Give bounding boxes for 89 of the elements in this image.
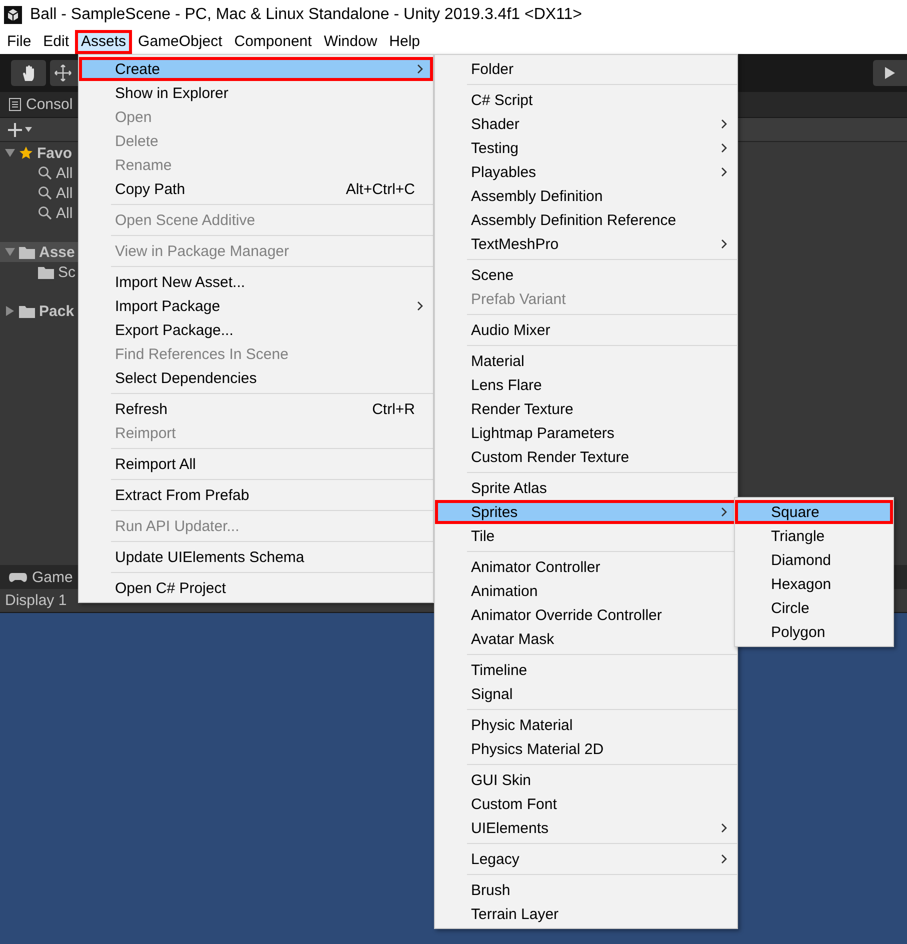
folder-icon [19, 246, 35, 258]
gamepad-icon [9, 572, 27, 582]
tree-item[interactable]: All [0, 163, 78, 183]
menu-item[interactable]: Timeline [435, 658, 737, 682]
display-dropdown[interactable]: Display 1 [5, 592, 67, 609]
menu-item[interactable]: Brush [435, 878, 737, 902]
shortcut-label: Alt+Ctrl+C [346, 180, 415, 198]
menu-item[interactable]: Refresh Ctrl+R [79, 397, 433, 421]
tree-item[interactable]: Sc [0, 262, 78, 282]
menu-item[interactable]: Physic Material [435, 713, 737, 737]
menu-item[interactable]: Testing [435, 136, 737, 160]
menu-item[interactable]: Select Dependencies [79, 366, 433, 390]
search-icon [38, 166, 52, 180]
menu-item[interactable]: Shader [435, 112, 737, 136]
list-icon [9, 98, 21, 111]
menu-item[interactable]: UIElements [435, 816, 737, 840]
search-icon [38, 186, 52, 200]
menu-bar-item[interactable]: File [1, 30, 38, 54]
tree-item[interactable]: All [0, 203, 78, 223]
move-icon [54, 64, 72, 82]
play-icon [884, 66, 896, 80]
menu-item[interactable]: Physics Material 2D [435, 737, 737, 761]
menu-item[interactable]: Playables [435, 160, 737, 184]
menu-item[interactable]: Sprites [435, 500, 737, 524]
menu-bar-item[interactable]: Window [318, 30, 384, 54]
menu-item[interactable]: Assembly Definition Reference [435, 208, 737, 232]
move-tool-button[interactable] [50, 60, 78, 86]
tree-item[interactable]: Favo [0, 143, 78, 163]
menu-bar-item[interactable]: Edit [37, 30, 76, 54]
menu-item[interactable]: Import Package [79, 294, 433, 318]
menu-bar-item[interactable]: GameObject [132, 30, 228, 54]
menu-item[interactable]: Animator Controller [435, 555, 737, 579]
star-icon [19, 146, 33, 160]
menu-item[interactable]: Animation [435, 579, 737, 603]
tree-item[interactable]: Asse [0, 242, 78, 262]
menu-item[interactable]: Copy Path Alt+Ctrl+C [79, 177, 433, 201]
menu-item[interactable]: Material [435, 349, 737, 373]
menu-item[interactable]: Lightmap Parameters [435, 421, 737, 445]
menu-bar-item[interactable]: Assets [75, 30, 132, 54]
folder-icon [19, 304, 35, 318]
menu-item[interactable]: Extract From Prefab [79, 483, 433, 507]
menu-item[interactable]: Triangle [735, 524, 893, 548]
menu-item[interactable]: Reimport All [79, 452, 433, 476]
menu-item[interactable]: Terrain Layer [435, 902, 737, 926]
menu-item[interactable]: Folder [435, 57, 737, 81]
menu-item[interactable]: Avatar Mask [435, 627, 737, 651]
menu-item[interactable]: Signal [435, 682, 737, 706]
menu-item[interactable]: Square [735, 500, 893, 524]
menu-item[interactable]: Legacy [435, 847, 737, 871]
add-button[interactable] [8, 122, 32, 136]
tree-item[interactable]: All [0, 183, 78, 203]
menu-item[interactable]: Custom Font [435, 792, 737, 816]
panel-tab[interactable]: Consol [0, 96, 73, 113]
menu-item[interactable]: Show in Explorer [79, 81, 433, 105]
hand-tool-button[interactable] [11, 60, 46, 86]
menu-item[interactable]: GUI Skin [435, 768, 737, 792]
menu-item[interactable]: Render Texture [435, 397, 737, 421]
menu-bar-item[interactable]: Component [228, 30, 318, 54]
menu-item[interactable]: Assembly Definition [435, 184, 737, 208]
unity-logo-icon [4, 6, 22, 24]
menu-item[interactable]: Update UIElements Schema [79, 545, 433, 569]
caret-icon [25, 127, 32, 132]
menu-item[interactable]: Sprite Atlas [435, 476, 737, 500]
menu-item[interactable]: Circle [735, 596, 893, 620]
panel-tab[interactable]: Game [0, 568, 73, 586]
menu-item[interactable]: TextMeshPro [435, 232, 737, 256]
menu-item[interactable]: Lens Flare [435, 373, 737, 397]
menu-item[interactable]: Audio Mixer [435, 318, 737, 342]
menu-item[interactable]: Open C# Project [79, 576, 433, 600]
menu-bar-item[interactable]: Help [383, 30, 426, 54]
search-icon [38, 206, 52, 220]
play-button[interactable] [873, 60, 907, 86]
menu-item[interactable]: Export Package... [79, 318, 433, 342]
hand-icon [20, 64, 36, 82]
shortcut-label: Ctrl+R [372, 400, 415, 418]
window-title: Ball - SampleScene - PC, Mac & Linux Standalone - Unity 2019.3.4f1 <DX11> [30, 6, 582, 24]
folder-icon [38, 266, 54, 278]
menu-item[interactable]: Create [79, 57, 433, 81]
menu-item[interactable]: Tile [435, 524, 737, 548]
menu-item[interactable]: Polygon [735, 620, 893, 644]
menu-item[interactable]: Scene [435, 263, 737, 287]
menu-item[interactable]: Diamond [735, 548, 893, 572]
menu-item[interactable]: Animator Override Controller [435, 603, 737, 627]
menu-item[interactable]: Import New Asset... [79, 270, 433, 294]
menu-item[interactable]: Hexagon [735, 572, 893, 596]
menu-item[interactable]: C# Script [435, 88, 737, 112]
menu-item[interactable]: Custom Render Texture [435, 445, 737, 469]
tree-item[interactable]: Pack [0, 301, 78, 321]
plus-icon [8, 122, 22, 136]
